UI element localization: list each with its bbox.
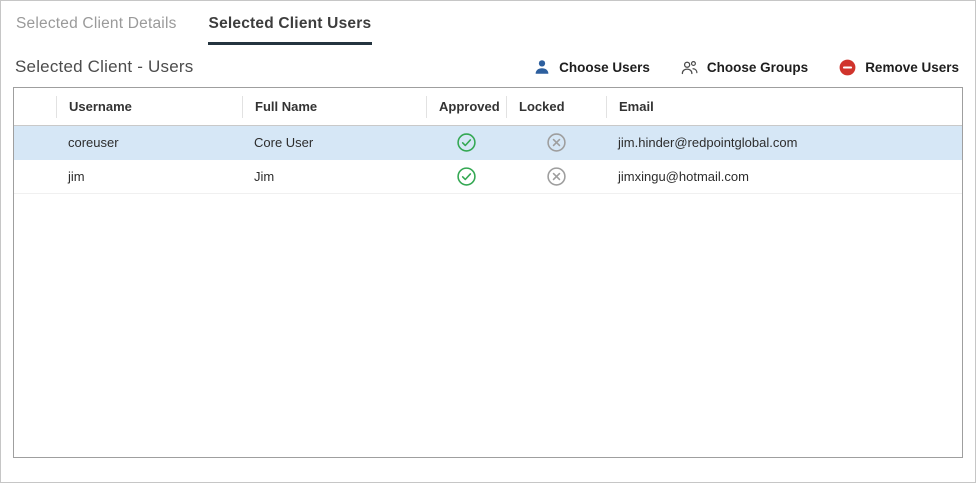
- toolbar: Choose Users Choose Groups: [533, 58, 959, 77]
- remove-icon: [838, 58, 857, 77]
- user-icon: [533, 58, 551, 76]
- users-table: Username Full Name Approved Locked Email…: [13, 87, 963, 458]
- username-cell: jim: [56, 169, 242, 184]
- column-header-approved[interactable]: Approved: [426, 96, 506, 118]
- column-header-email[interactable]: Email: [606, 96, 962, 118]
- selector-column-header: [14, 96, 56, 118]
- approved-check-icon: [426, 166, 506, 187]
- remove-users-button[interactable]: Remove Users: [838, 58, 959, 77]
- column-header-locked[interactable]: Locked: [506, 96, 606, 118]
- username-cell: coreuser: [56, 135, 242, 150]
- choose-users-label: Choose Users: [559, 60, 650, 75]
- table-body: coreuserCore User jim.hinder@redpointglob…: [14, 126, 962, 194]
- table-row[interactable]: jimJim jimxingu@hotmail.com: [14, 160, 962, 194]
- section-header: Selected Client - Users Choose Users: [1, 45, 975, 87]
- column-header-username[interactable]: Username: [56, 96, 242, 118]
- tab-selected-client-users[interactable]: Selected Client Users: [208, 11, 373, 45]
- choose-groups-button[interactable]: Choose Groups: [680, 58, 808, 77]
- email-cell: jimxingu@hotmail.com: [606, 169, 962, 184]
- remove-users-label: Remove Users: [865, 60, 959, 75]
- tab-selected-client-details[interactable]: Selected Client Details: [15, 11, 178, 45]
- table-row[interactable]: coreuserCore User jim.hinder@redpointglob…: [14, 126, 962, 160]
- full-name-cell: Core User: [242, 135, 426, 150]
- locked-x-icon: [506, 166, 606, 187]
- tab-bar: Selected Client Details Selected Client …: [1, 1, 975, 45]
- locked-x-icon: [506, 132, 606, 153]
- client-users-page: Selected Client Details Selected Client …: [0, 0, 976, 483]
- full-name-cell: Jim: [242, 169, 426, 184]
- table-header-row: Username Full Name Approved Locked Email: [14, 88, 962, 126]
- choose-groups-label: Choose Groups: [707, 60, 808, 75]
- page-title: Selected Client - Users: [15, 57, 193, 77]
- approved-check-icon: [426, 132, 506, 153]
- group-icon: [680, 58, 699, 77]
- email-cell: jim.hinder@redpointglobal.com: [606, 135, 962, 150]
- column-header-full-name[interactable]: Full Name: [242, 96, 426, 118]
- choose-users-button[interactable]: Choose Users: [533, 58, 650, 76]
